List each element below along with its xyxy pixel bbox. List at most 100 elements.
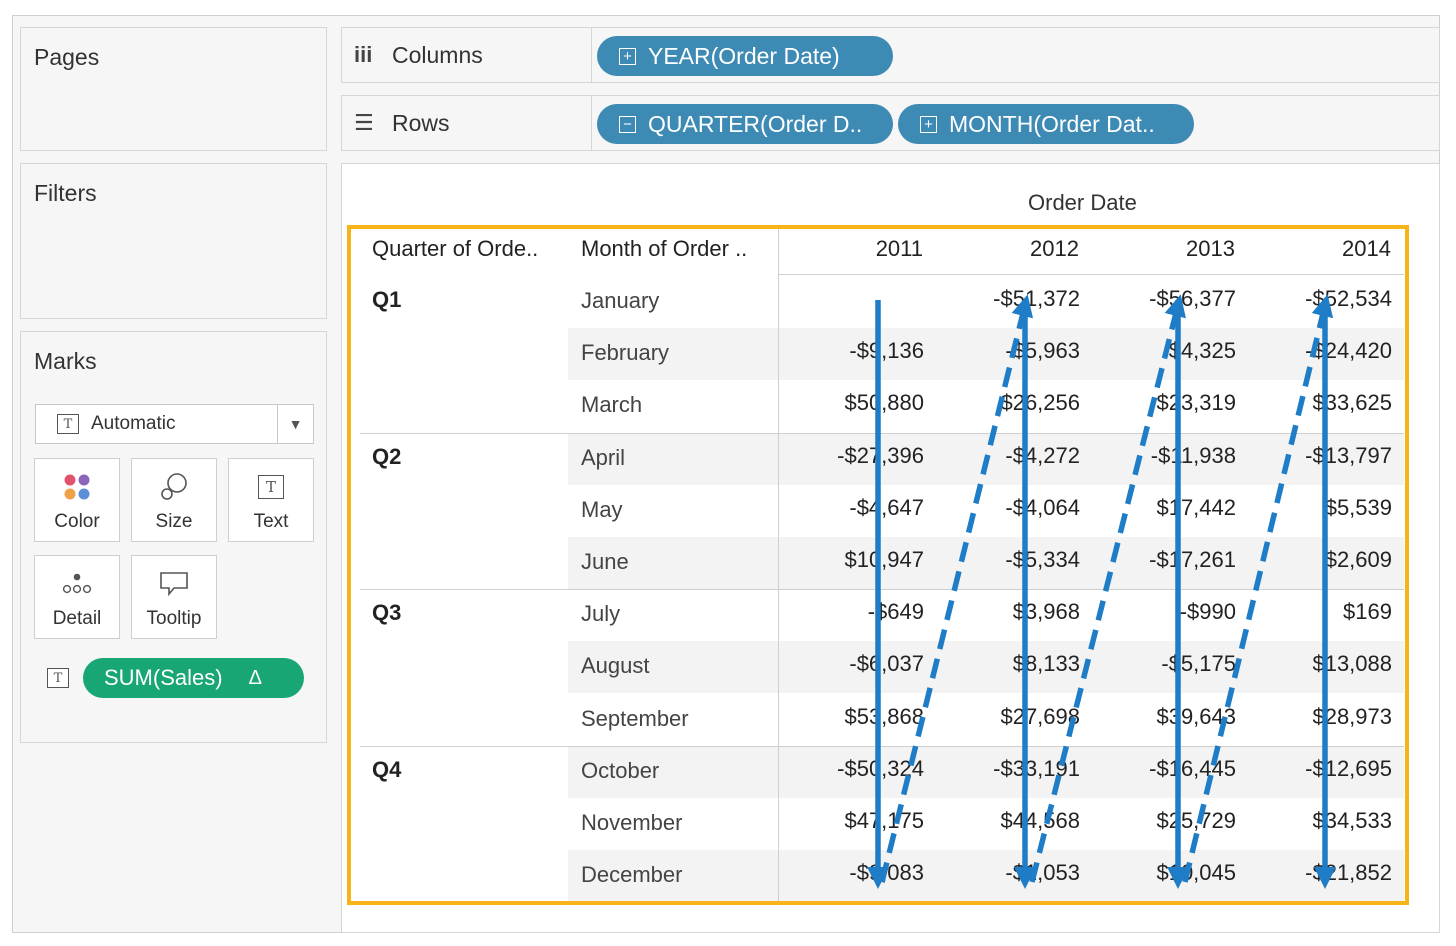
quarter-label[interactable]: Q1 (372, 287, 401, 313)
sales-cell[interactable]: $13,088 (1242, 651, 1392, 677)
rows-icon: ☰ (354, 110, 374, 135)
month-label[interactable]: February (581, 340, 669, 366)
text-button[interactable]: T Text (228, 458, 314, 542)
quarter-label[interactable]: Q4 (372, 757, 401, 783)
quarter-divider (360, 432, 1404, 434)
sales-cell[interactable]: -$52,534 (1242, 286, 1392, 312)
color-button[interactable]: Color (34, 458, 120, 542)
sales-cell[interactable]: -$4,272 (930, 443, 1080, 469)
year-header-2012[interactable]: 2012 (999, 236, 1079, 262)
sales-cell[interactable]: $53,868 (774, 704, 924, 730)
tooltip-button[interactable]: Tooltip (131, 555, 217, 639)
quarter-divider (360, 589, 1404, 591)
sales-cell[interactable]: -$990 (1086, 599, 1236, 625)
sales-cell[interactable]: -$16,445 (1086, 756, 1236, 782)
columns-shelf[interactable]: iii Columns + YEAR(Order Date) (341, 27, 1440, 83)
sales-cell[interactable]: $17,442 (1086, 495, 1236, 521)
text-label: Text (253, 511, 289, 532)
month-label[interactable]: October (581, 758, 659, 784)
sales-cell[interactable]: $39,643 (1086, 704, 1236, 730)
sales-cell[interactable]: $4,325 (1086, 338, 1236, 364)
sales-cell[interactable]: $8,133 (930, 651, 1080, 677)
month-label[interactable]: August (581, 653, 650, 679)
sales-cell[interactable]: $50,880 (774, 390, 924, 416)
sales-cell[interactable]: $26,256 (930, 390, 1080, 416)
sales-cell[interactable]: -$5,175 (1086, 651, 1236, 677)
quarter-column-header[interactable]: Quarter of Orde.. (372, 236, 538, 262)
sales-cell[interactable]: $27,698 (930, 704, 1080, 730)
sales-cell[interactable]: -$11,938 (1086, 443, 1236, 469)
sales-cell[interactable]: -$21,852 (1242, 860, 1392, 886)
sales-cell[interactable]: $5,539 (1242, 495, 1392, 521)
sales-cell[interactable]: -$9,136 (774, 338, 924, 364)
month-label[interactable]: January (581, 288, 659, 314)
year-header-2011[interactable]: 2011 (843, 236, 923, 262)
sales-cell[interactable]: -$56,377 (1086, 286, 1236, 312)
sum-sales-pill[interactable]: SUM(Sales) Δ (83, 658, 304, 698)
size-label: Size (155, 511, 193, 532)
month-label[interactable]: April (581, 445, 625, 471)
order-date-header: Order Date (1028, 190, 1137, 215)
dropdown-icon[interactable]: ▼ (277, 405, 313, 443)
month-label[interactable]: March (581, 392, 642, 418)
sales-cell[interactable]: $28,973 (1242, 704, 1392, 730)
month-order-date-pill[interactable]: + MONTH(Order Dat.. (898, 104, 1194, 144)
year-header-2013[interactable]: 2013 (1155, 236, 1235, 262)
month-label[interactable]: May (581, 497, 623, 523)
sales-cell[interactable]: -$1,053 (930, 860, 1080, 886)
sales-cell[interactable]: $34,533 (1242, 808, 1392, 834)
sales-cell[interactable]: -$6,037 (774, 651, 924, 677)
sales-cell[interactable]: -$4,064 (930, 495, 1080, 521)
sales-cell[interactable]: $23,319 (1086, 390, 1236, 416)
quarter-order-date-pill[interactable]: − QUARTER(Order D.. (597, 104, 893, 144)
sum-sales-label: SUM(Sales) (104, 665, 223, 690)
sales-cell[interactable]: $2,609 (1242, 547, 1392, 573)
sales-cell[interactable]: $3,968 (930, 599, 1080, 625)
mark-type-dropdown[interactable]: T Automatic ▼ (35, 404, 314, 444)
color-label: Color (54, 511, 100, 532)
month-label[interactable]: September (581, 706, 689, 732)
sales-cell[interactable]: -$9,083 (774, 860, 924, 886)
sales-cell[interactable]: $10,045 (1086, 860, 1236, 886)
sales-cell[interactable]: $47,175 (774, 808, 924, 834)
sales-cell[interactable]: -$24,420 (1242, 338, 1392, 364)
year-header-2014[interactable]: 2014 (1311, 236, 1391, 262)
expand-icon[interactable]: + (619, 47, 636, 65)
sales-cell[interactable]: $25,729 (1086, 808, 1236, 834)
sales-cell[interactable]: $169 (1242, 599, 1392, 625)
sales-cell[interactable]: -$17,261 (1086, 547, 1236, 573)
sales-cell[interactable]: -$5,334 (930, 547, 1080, 573)
pages-panel[interactable]: Pages (20, 27, 327, 151)
sales-cell[interactable]: -$5,963 (930, 338, 1080, 364)
year-order-date-pill[interactable]: + YEAR(Order Date) (597, 36, 893, 76)
rows-shelf[interactable]: ☰ Rows − QUARTER(Order D.. + MONTH(Order… (341, 95, 1440, 151)
tooltip-icon (159, 568, 189, 600)
sales-cell[interactable]: -$649 (774, 599, 924, 625)
sales-cell[interactable]: -$13,797 (1242, 443, 1392, 469)
collapse-icon[interactable]: − (619, 115, 636, 133)
quarter-label[interactable]: Q2 (372, 444, 401, 470)
quarter-pill-label: QUARTER(Order D.. (648, 110, 863, 137)
sales-cell[interactable]: -$50,324 (774, 756, 924, 782)
sales-cell[interactable]: -$4,647 (774, 495, 924, 521)
month-label[interactable]: June (581, 549, 629, 575)
filters-title: Filters (34, 180, 97, 206)
year-pill-label: YEAR(Order Date) (648, 42, 840, 69)
sales-cell[interactable]: -$51,372 (930, 286, 1080, 312)
month-column-header[interactable]: Month of Order .. (581, 236, 747, 262)
expand-icon[interactable]: + (920, 115, 937, 133)
month-label[interactable]: December (581, 862, 682, 888)
quarter-label[interactable]: Q3 (372, 600, 401, 626)
sales-cell[interactable]: $33,625 (1242, 390, 1392, 416)
sales-cell[interactable]: $10,947 (774, 547, 924, 573)
sales-cell[interactable]: -$12,695 (1242, 756, 1392, 782)
detail-button[interactable]: Detail (34, 555, 120, 639)
month-label[interactable]: July (581, 601, 620, 627)
sales-cell[interactable]: -$27,396 (774, 443, 924, 469)
filters-panel[interactable]: Filters (20, 163, 327, 319)
detail-label: Detail (52, 608, 102, 629)
size-button[interactable]: Size (131, 458, 217, 542)
sales-cell[interactable]: $44,568 (930, 808, 1080, 834)
month-label[interactable]: November (581, 810, 682, 836)
sales-cell[interactable]: -$33,191 (930, 756, 1080, 782)
